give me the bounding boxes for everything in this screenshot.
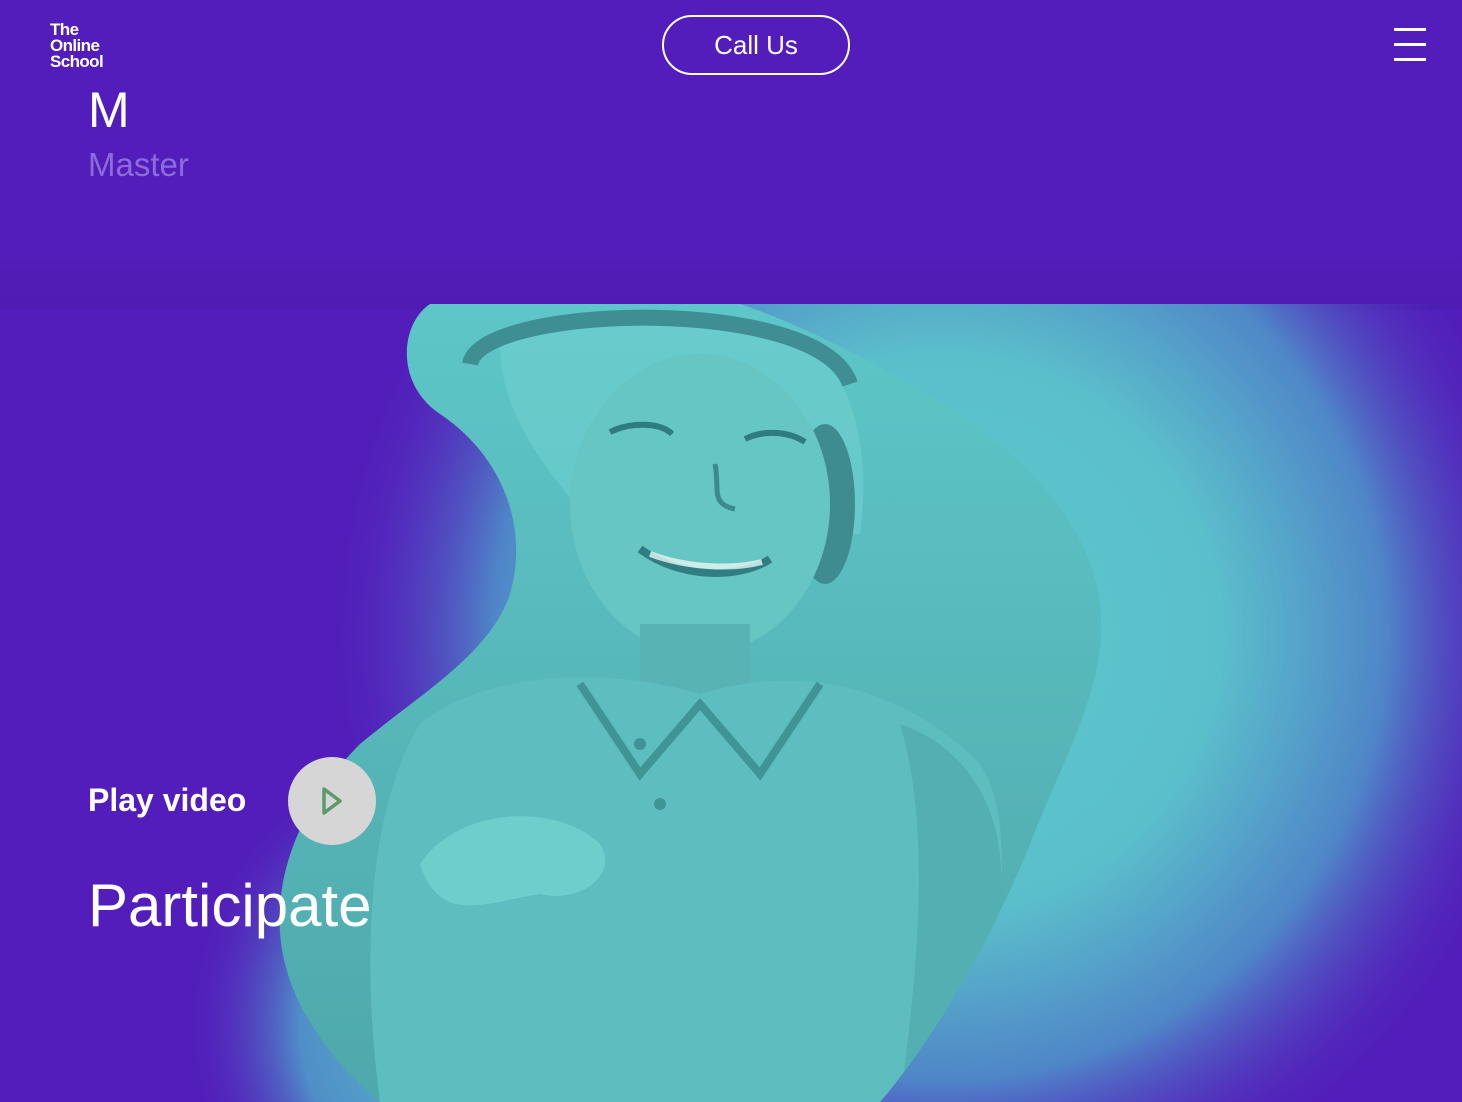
call-us-button[interactable]: Call Us xyxy=(662,15,850,75)
hero-artwork xyxy=(0,304,1462,1102)
menu-bar-top xyxy=(1394,28,1426,31)
page: The Online School Call Us M Master Play … xyxy=(0,0,1462,1102)
hamburger-menu-icon[interactable] xyxy=(1392,28,1428,62)
play-video-label[interactable]: Play video xyxy=(88,780,246,820)
site-logo[interactable]: The Online School xyxy=(50,21,104,71)
hero-top-fade xyxy=(0,250,1462,310)
level-label: Master xyxy=(88,146,189,183)
menu-bar-middle xyxy=(1394,43,1426,46)
play-video-button[interactable] xyxy=(288,757,376,845)
hero-section xyxy=(0,304,1462,1102)
play-triangle-icon xyxy=(322,787,342,815)
menu-bar-bottom xyxy=(1394,58,1426,61)
logo-line-3: School xyxy=(50,52,104,71)
level-letter: M xyxy=(88,82,130,138)
hero-heading: Participate xyxy=(88,872,372,939)
call-us-label: Call Us xyxy=(714,29,798,60)
